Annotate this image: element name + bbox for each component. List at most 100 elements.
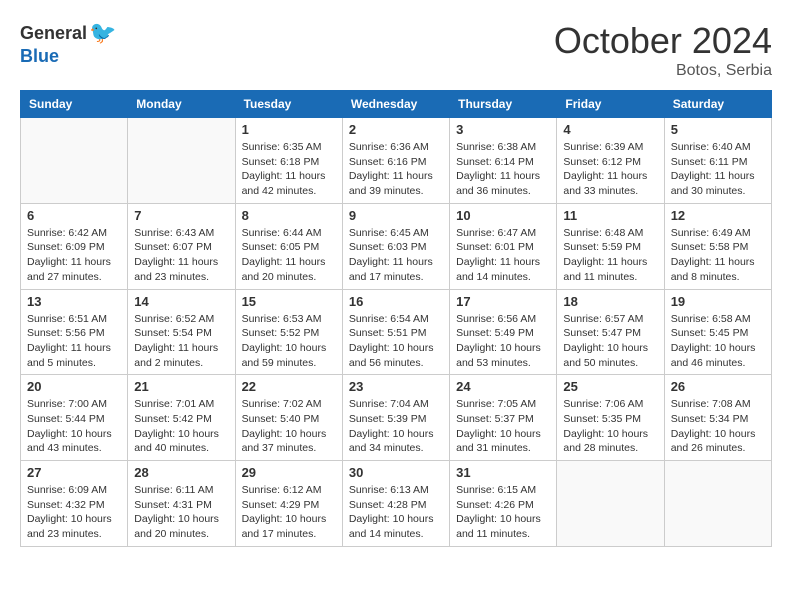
day-number: 4 bbox=[563, 122, 657, 137]
calendar-cell: 3 Sunrise: 6:38 AM Sunset: 6:14 PM Daylig… bbox=[450, 118, 557, 204]
calendar-cell: 23Sunrise: 7:04 AM Sunset: 5:39 PM Dayli… bbox=[342, 375, 449, 461]
calendar-cell: 19 Sunrise: 6:58 AM Sunset: 5:45 PM Dayli… bbox=[664, 289, 771, 375]
day-number: 14 bbox=[134, 294, 228, 309]
day-info: Sunrise: 6:12 AM Sunset: 4:29 PM Dayligh… bbox=[242, 483, 336, 542]
day-number: 25 bbox=[563, 379, 657, 394]
weekday-header-friday: Friday bbox=[557, 91, 664, 118]
calendar-cell: 17 Sunrise: 6:56 AM Sunset: 5:49 PM Dayli… bbox=[450, 289, 557, 375]
calendar-cell: 22Sunrise: 7:02 AM Sunset: 5:40 PM Dayli… bbox=[235, 375, 342, 461]
day-number: 18 bbox=[563, 294, 657, 309]
day-info: Sunrise: 6:58 AM Sunset: 5:45 PM Dayligh… bbox=[671, 312, 765, 371]
calendar-cell: 27 Sunrise: 6:09 AM Sunset: 4:32 PM Dayli… bbox=[21, 461, 128, 547]
day-number: 21 bbox=[134, 379, 228, 394]
day-info: Sunrise: 6:13 AM Sunset: 4:28 PM Dayligh… bbox=[349, 483, 443, 542]
day-info: Sunrise: 6:48 AM Sunset: 5:59 PM Dayligh… bbox=[563, 226, 657, 285]
day-number: 31 bbox=[456, 465, 550, 480]
day-info: Sunrise: 7:06 AM Sunset: 5:35 PM Dayligh… bbox=[563, 397, 657, 456]
calendar-cell: 2Sunrise: 6:36 AM Sunset: 6:16 PM Daylig… bbox=[342, 118, 449, 204]
week-row-2: 6 Sunrise: 6:42 AM Sunset: 6:09 PM Daylig… bbox=[21, 203, 772, 289]
logo-general-text: General bbox=[20, 23, 87, 44]
day-number: 20 bbox=[27, 379, 121, 394]
day-info: Sunrise: 6:49 AM Sunset: 5:58 PM Dayligh… bbox=[671, 226, 765, 285]
weekday-header-thursday: Thursday bbox=[450, 91, 557, 118]
day-info: Sunrise: 6:45 AM Sunset: 6:03 PM Dayligh… bbox=[349, 226, 443, 285]
day-info: Sunrise: 7:01 AM Sunset: 5:42 PM Dayligh… bbox=[134, 397, 228, 456]
calendar-cell: 5Sunrise: 6:40 AM Sunset: 6:11 PM Daylig… bbox=[664, 118, 771, 204]
day-number: 30 bbox=[349, 465, 443, 480]
logo-blue-text: Blue bbox=[20, 46, 59, 67]
calendar-cell: 18 Sunrise: 6:57 AM Sunset: 5:47 PM Dayli… bbox=[557, 289, 664, 375]
calendar-cell: 4 Sunrise: 6:39 AM Sunset: 6:12 PM Daylig… bbox=[557, 118, 664, 204]
day-number: 16 bbox=[349, 294, 443, 309]
calendar-cell: 14 Sunrise: 6:52 AM Sunset: 5:54 PM Dayli… bbox=[128, 289, 235, 375]
day-info: Sunrise: 6:56 AM Sunset: 5:49 PM Dayligh… bbox=[456, 312, 550, 371]
week-row-5: 27 Sunrise: 6:09 AM Sunset: 4:32 PM Dayli… bbox=[21, 461, 772, 547]
weekday-header-saturday: Saturday bbox=[664, 91, 771, 118]
day-info: Sunrise: 6:47 AM Sunset: 6:01 PM Dayligh… bbox=[456, 226, 550, 285]
calendar-cell: 13Sunrise: 6:51 AM Sunset: 5:56 PM Dayli… bbox=[21, 289, 128, 375]
weekday-header-row: SundayMondayTuesdayWednesdayThursdayFrid… bbox=[21, 91, 772, 118]
day-number: 19 bbox=[671, 294, 765, 309]
calendar-cell: 9 Sunrise: 6:45 AM Sunset: 6:03 PM Daylig… bbox=[342, 203, 449, 289]
day-number: 3 bbox=[456, 122, 550, 137]
day-info: Sunrise: 6:53 AM Sunset: 5:52 PM Dayligh… bbox=[242, 312, 336, 371]
calendar-cell: 15Sunrise: 6:53 AM Sunset: 5:52 PM Dayli… bbox=[235, 289, 342, 375]
day-info: Sunrise: 6:39 AM Sunset: 6:12 PM Dayligh… bbox=[563, 140, 657, 199]
calendar-cell: 20 Sunrise: 7:00 AM Sunset: 5:44 PM Dayli… bbox=[21, 375, 128, 461]
day-number: 17 bbox=[456, 294, 550, 309]
day-info: Sunrise: 6:35 AM Sunset: 6:18 PM Dayligh… bbox=[242, 140, 336, 199]
calendar-cell: 12 Sunrise: 6:49 AM Sunset: 5:58 PM Dayli… bbox=[664, 203, 771, 289]
day-number: 6 bbox=[27, 208, 121, 223]
page-header: General 🐦 Blue October 2024 Botos, Serbi… bbox=[20, 20, 772, 80]
calendar-table: SundayMondayTuesdayWednesdayThursdayFrid… bbox=[20, 90, 772, 547]
day-info: Sunrise: 7:08 AM Sunset: 5:34 PM Dayligh… bbox=[671, 397, 765, 456]
day-info: Sunrise: 6:52 AM Sunset: 5:54 PM Dayligh… bbox=[134, 312, 228, 371]
day-info: Sunrise: 7:05 AM Sunset: 5:37 PM Dayligh… bbox=[456, 397, 550, 456]
calendar-cell: 21 Sunrise: 7:01 AM Sunset: 5:42 PM Dayli… bbox=[128, 375, 235, 461]
logo-bird-icon: 🐦 bbox=[89, 20, 116, 46]
week-row-4: 20 Sunrise: 7:00 AM Sunset: 5:44 PM Dayli… bbox=[21, 375, 772, 461]
calendar-cell: 26 Sunrise: 7:08 AM Sunset: 5:34 PM Dayli… bbox=[664, 375, 771, 461]
day-number: 12 bbox=[671, 208, 765, 223]
day-number: 10 bbox=[456, 208, 550, 223]
day-info: Sunrise: 6:15 AM Sunset: 4:26 PM Dayligh… bbox=[456, 483, 550, 542]
month-title: October 2024 bbox=[554, 20, 772, 62]
week-row-1: 1 Sunrise: 6:35 AM Sunset: 6:18 PM Daylig… bbox=[21, 118, 772, 204]
calendar-cell: 10 Sunrise: 6:47 AM Sunset: 6:01 PM Dayli… bbox=[450, 203, 557, 289]
title-block: October 2024 Botos, Serbia bbox=[554, 20, 772, 80]
day-info: Sunrise: 6:38 AM Sunset: 6:14 PM Dayligh… bbox=[456, 140, 550, 199]
day-info: Sunrise: 7:00 AM Sunset: 5:44 PM Dayligh… bbox=[27, 397, 121, 456]
day-number: 13 bbox=[27, 294, 121, 309]
day-number: 9 bbox=[349, 208, 443, 223]
calendar-cell bbox=[557, 461, 664, 547]
calendar-cell bbox=[664, 461, 771, 547]
day-info: Sunrise: 6:09 AM Sunset: 4:32 PM Dayligh… bbox=[27, 483, 121, 542]
day-info: Sunrise: 6:40 AM Sunset: 6:11 PM Dayligh… bbox=[671, 140, 765, 199]
calendar-cell: 11Sunrise: 6:48 AM Sunset: 5:59 PM Dayli… bbox=[557, 203, 664, 289]
day-info: Sunrise: 6:43 AM Sunset: 6:07 PM Dayligh… bbox=[134, 226, 228, 285]
day-number: 1 bbox=[242, 122, 336, 137]
day-number: 8 bbox=[242, 208, 336, 223]
day-number: 26 bbox=[671, 379, 765, 394]
calendar-cell: 29 Sunrise: 6:12 AM Sunset: 4:29 PM Dayli… bbox=[235, 461, 342, 547]
day-number: 7 bbox=[134, 208, 228, 223]
day-info: Sunrise: 6:57 AM Sunset: 5:47 PM Dayligh… bbox=[563, 312, 657, 371]
day-info: Sunrise: 6:44 AM Sunset: 6:05 PM Dayligh… bbox=[242, 226, 336, 285]
calendar-cell: 28Sunrise: 6:11 AM Sunset: 4:31 PM Dayli… bbox=[128, 461, 235, 547]
weekday-header-wednesday: Wednesday bbox=[342, 91, 449, 118]
calendar-cell: 6 Sunrise: 6:42 AM Sunset: 6:09 PM Daylig… bbox=[21, 203, 128, 289]
calendar-cell: 7 Sunrise: 6:43 AM Sunset: 6:07 PM Daylig… bbox=[128, 203, 235, 289]
day-number: 29 bbox=[242, 465, 336, 480]
day-number: 23 bbox=[349, 379, 443, 394]
location-text: Botos, Serbia bbox=[554, 62, 772, 80]
calendar-cell: 25 Sunrise: 7:06 AM Sunset: 5:35 PM Dayli… bbox=[557, 375, 664, 461]
logo: General 🐦 Blue bbox=[20, 20, 116, 67]
day-number: 22 bbox=[242, 379, 336, 394]
day-info: Sunrise: 6:54 AM Sunset: 5:51 PM Dayligh… bbox=[349, 312, 443, 371]
calendar-cell: 24Sunrise: 7:05 AM Sunset: 5:37 PM Dayli… bbox=[450, 375, 557, 461]
day-info: Sunrise: 6:42 AM Sunset: 6:09 PM Dayligh… bbox=[27, 226, 121, 285]
weekday-header-monday: Monday bbox=[128, 91, 235, 118]
weekday-header-tuesday: Tuesday bbox=[235, 91, 342, 118]
calendar-cell: 1 Sunrise: 6:35 AM Sunset: 6:18 PM Daylig… bbox=[235, 118, 342, 204]
day-number: 27 bbox=[27, 465, 121, 480]
